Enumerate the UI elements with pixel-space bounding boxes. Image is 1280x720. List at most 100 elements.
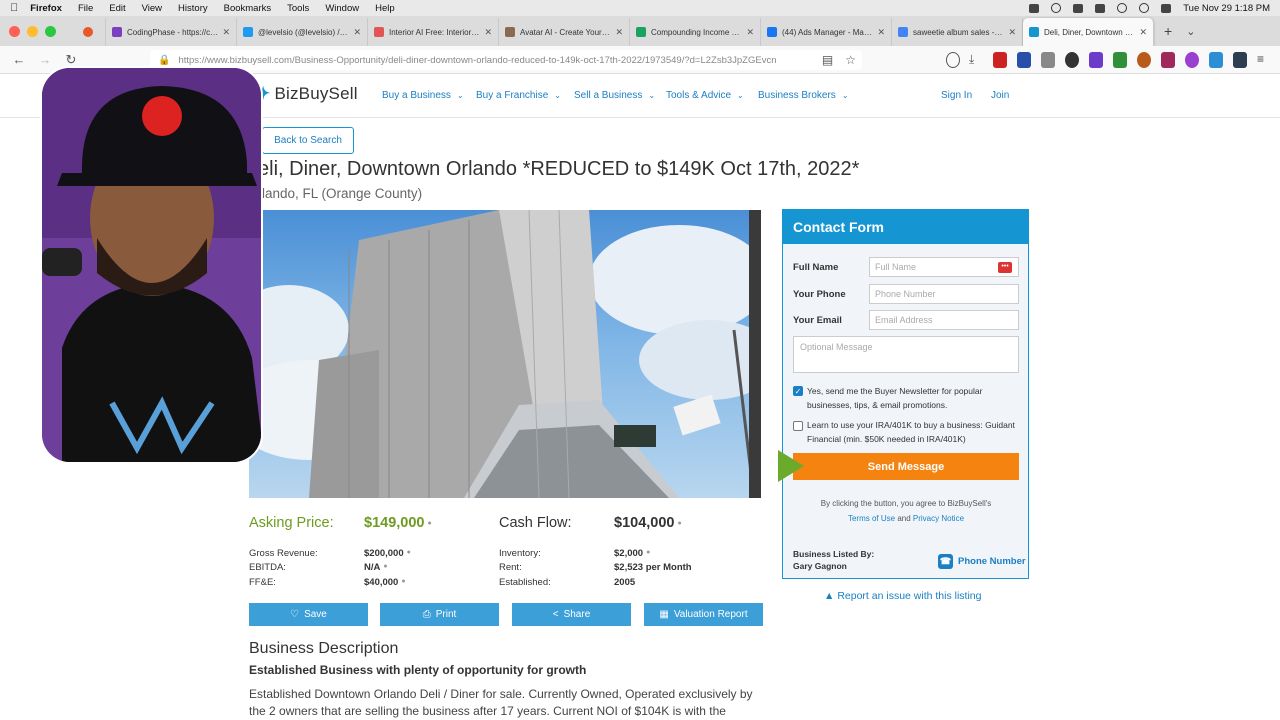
menu-edit[interactable]: Edit [109, 3, 125, 14]
spotlight-icon[interactable] [1139, 3, 1150, 13]
apple-icon[interactable]:  [10, 2, 18, 14]
valuation-report-button[interactable]: ▦ Valuation Report [644, 603, 763, 626]
extension-icon[interactable] [1065, 52, 1079, 68]
menu-app-name[interactable]: Firefox [30, 3, 62, 14]
clock[interactable]: Tue Nov 29 1:18 PM [1183, 3, 1270, 14]
extension-icon[interactable] [1017, 52, 1031, 68]
control-center-icon[interactable] [1161, 3, 1172, 13]
close-tab-icon[interactable]: ✕ [1139, 27, 1147, 38]
close-tab-icon[interactable]: ✕ [1008, 27, 1016, 38]
full-name-input[interactable]: Full Name ••• [869, 257, 1019, 277]
url-text[interactable]: https://www.bizbuysell.com/Business-Oppo… [178, 55, 815, 66]
extension-icon[interactable] [1137, 52, 1151, 68]
address-bar[interactable]: 🔒 https://www.bizbuysell.com/Business-Op… [150, 50, 862, 70]
tab-favicon [767, 27, 777, 37]
extension-icon[interactable] [1161, 52, 1175, 68]
detail-value: $200,000 ● [364, 548, 411, 559]
info-icon[interactable]: ● [401, 578, 405, 585]
download-icon[interactable]: ⤓ [969, 52, 983, 68]
message-textarea[interactable]: Optional Message [793, 336, 1019, 373]
close-window-button[interactable] [9, 25, 20, 37]
menu-help[interactable]: Help [375, 3, 395, 14]
extension-icon[interactable] [1209, 52, 1223, 68]
report-issue-link[interactable]: ▲ Report an issue with this listing [824, 590, 981, 602]
close-tab-icon[interactable]: ✕ [484, 27, 492, 38]
tab-1[interactable]: @levelsio (@levelsio) / Twitt ✕ [237, 18, 368, 46]
info-icon[interactable]: ● [677, 520, 681, 527]
extension-icon[interactable] [1041, 52, 1055, 68]
save-button[interactable]: ♡ Save [249, 603, 368, 626]
info-icon[interactable]: ● [407, 549, 411, 556]
print-button[interactable]: ⎙ Print [380, 603, 499, 626]
forward-arrow-icon[interactable]: → [38, 52, 52, 67]
menu-file[interactable]: File [78, 3, 93, 14]
send-message-button[interactable]: Send Message [793, 453, 1019, 480]
tab-4[interactable]: Compounding Income at Affi ✕ [630, 18, 761, 46]
lock-icon[interactable]: 🔒 [158, 55, 170, 66]
newsletter-checkbox[interactable]: ✓ [793, 386, 803, 396]
nav-business-brokers[interactable]: Business Brokers ⌄ [758, 90, 849, 101]
menu-tools[interactable]: Tools [287, 3, 309, 14]
reader-view-icon[interactable]: ▤ [822, 53, 833, 67]
dropbox-icon[interactable] [1029, 3, 1040, 13]
tab-3[interactable]: Avatar AI - Create Your Own ✕ [499, 18, 630, 46]
bookmark-star-icon[interactable]: ☆ [845, 53, 856, 67]
privacy-notice-link[interactable]: Privacy Notice [913, 514, 964, 523]
battery-icon[interactable] [1095, 3, 1106, 13]
wifi-icon[interactable] [1117, 3, 1128, 13]
extension-icon[interactable] [1185, 52, 1199, 68]
volume-icon[interactable] [1073, 3, 1084, 13]
new-tab-icon[interactable]: + [1164, 23, 1172, 39]
password-manager-icon[interactable]: ••• [998, 262, 1012, 273]
close-tab-icon[interactable]: ✕ [877, 27, 885, 38]
extension-icon[interactable] [1113, 52, 1127, 68]
minimize-window-button[interactable] [27, 25, 38, 37]
pinned-tab[interactable] [76, 18, 106, 46]
terms-of-use-link[interactable]: Terms of Use [848, 514, 895, 523]
tab-active[interactable]: Deli, Diner, Downtown Orlan ✕ [1023, 18, 1154, 46]
info-icon[interactable]: ● [383, 563, 387, 570]
listing-photo[interactable] [249, 210, 761, 498]
menu-history[interactable]: History [178, 3, 208, 14]
record-icon[interactable] [1051, 3, 1062, 13]
nav-sell-business[interactable]: Sell a Business ⌄ [574, 90, 655, 101]
sign-in-link[interactable]: Sign In [941, 90, 972, 101]
tab-6[interactable]: saweetie album sales - Goog ✕ [892, 18, 1023, 46]
nav-tools-advice[interactable]: Tools & Advice ⌄ [666, 90, 744, 101]
join-link[interactable]: Join [991, 90, 1009, 101]
menu-view[interactable]: View [142, 3, 162, 14]
list-tabs-icon[interactable]: ⌄ [1186, 25, 1195, 38]
extension-icon[interactable] [993, 52, 1007, 68]
menu-bookmarks[interactable]: Bookmarks [224, 3, 272, 14]
tab-title: saweetie album sales - Goog [913, 27, 1004, 37]
detail-amount: $2,000 [614, 548, 644, 559]
extension-icon[interactable] [1089, 52, 1103, 68]
pocket-icon[interactable] [946, 52, 960, 68]
menu-window[interactable]: Window [325, 3, 359, 14]
nav-buy-franchise[interactable]: Buy a Franchise ⌄ [476, 90, 561, 101]
close-tab-icon[interactable]: ✕ [353, 27, 361, 38]
ira-checkbox[interactable] [793, 421, 803, 431]
menu-icon[interactable]: ≡ [1257, 52, 1271, 68]
tab-0[interactable]: CodingPhase - https://codin ✕ [106, 18, 237, 46]
email-input[interactable]: Email Address [869, 310, 1019, 330]
phone-number-link[interactable]: ☎ Phone Number [938, 554, 1026, 569]
tab-title: Compounding Income at Affi [651, 27, 743, 37]
back-to-search-button[interactable]: Back to Search [262, 127, 354, 154]
zoom-window-button[interactable] [45, 25, 56, 37]
tab-5[interactable]: (44) Ads Manager - Manage ✕ [761, 18, 892, 46]
phone-input[interactable]: Phone Number [869, 284, 1019, 304]
back-arrow-icon[interactable]: ← [12, 52, 26, 67]
close-tab-icon[interactable]: ✕ [615, 27, 623, 38]
nav-buy-business[interactable]: Buy a Business ⌄ [382, 90, 464, 101]
close-tab-icon[interactable]: ✕ [222, 27, 230, 38]
info-icon[interactable]: ● [427, 520, 431, 527]
cash-flow-label: Cash Flow: [499, 515, 572, 531]
bizbuysell-logo[interactable]: ✦ BizBuySell [256, 84, 358, 104]
info-icon[interactable]: ● [646, 549, 650, 556]
close-tab-icon[interactable]: ✕ [746, 27, 754, 38]
extension-icon[interactable] [1233, 52, 1247, 68]
webcam-overlay [40, 66, 263, 464]
share-button[interactable]: < Share [512, 603, 631, 626]
tab-2[interactable]: Interior AI Free: Interior Des ✕ [368, 18, 499, 46]
